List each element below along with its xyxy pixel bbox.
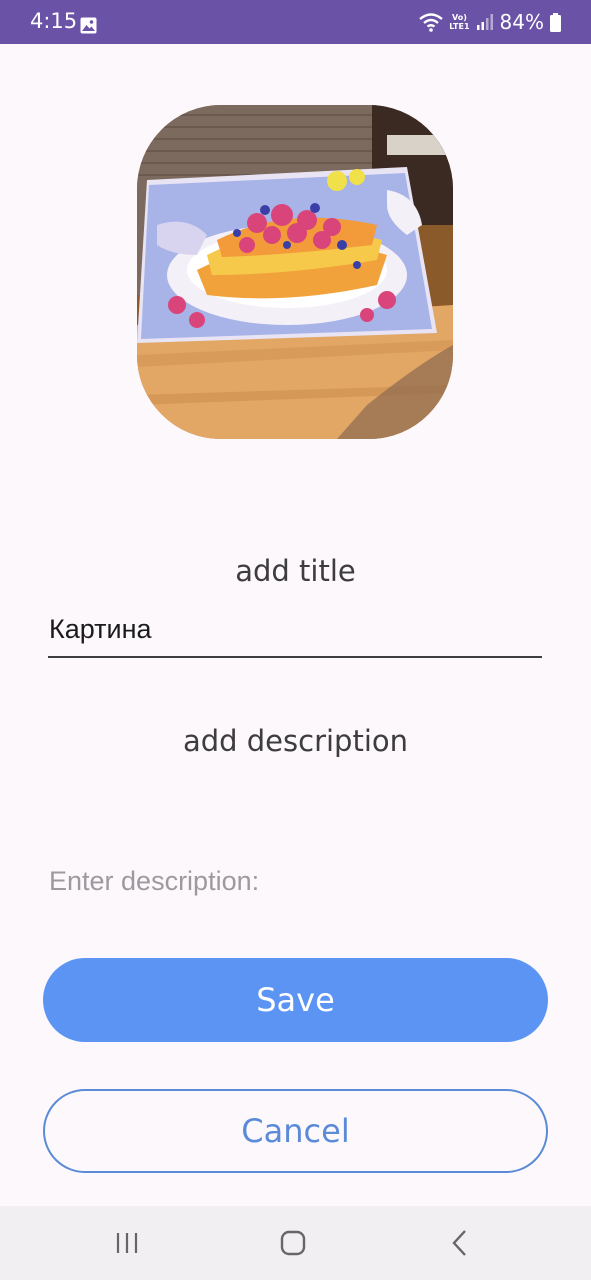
description-input[interactable]: Enter description: — [48, 862, 542, 906]
cancel-button-label: Cancel — [241, 1112, 350, 1150]
title-label: add title — [235, 554, 356, 588]
status-time: 4:15 — [30, 9, 78, 33]
cancel-button[interactable]: Cancel — [43, 1089, 548, 1173]
battery-percent: 84% — [499, 10, 544, 34]
battery-icon — [550, 12, 561, 32]
gallery-icon — [80, 17, 97, 34]
recent-apps-icon[interactable] — [107, 1228, 147, 1258]
navigation-bar — [0, 1206, 591, 1280]
description-placeholder: Enter description: — [49, 866, 260, 896]
volte-indicator: Vo) LTE1 — [449, 13, 470, 31]
signal-icon — [476, 14, 493, 30]
home-icon[interactable] — [273, 1228, 313, 1258]
status-bar: 4:15 Vo) LTE1 84% — [0, 0, 591, 44]
status-icons: Vo) LTE1 84% — [419, 10, 561, 34]
save-button[interactable]: Save — [43, 958, 548, 1042]
description-label: add description — [182, 724, 409, 758]
title-input[interactable]: Картина — [48, 612, 542, 658]
wifi-icon — [419, 13, 444, 32]
save-button-label: Save — [256, 981, 335, 1019]
title-input-value: Картина — [49, 614, 152, 644]
back-icon[interactable] — [439, 1228, 479, 1258]
photo-image[interactable] — [137, 105, 453, 439]
